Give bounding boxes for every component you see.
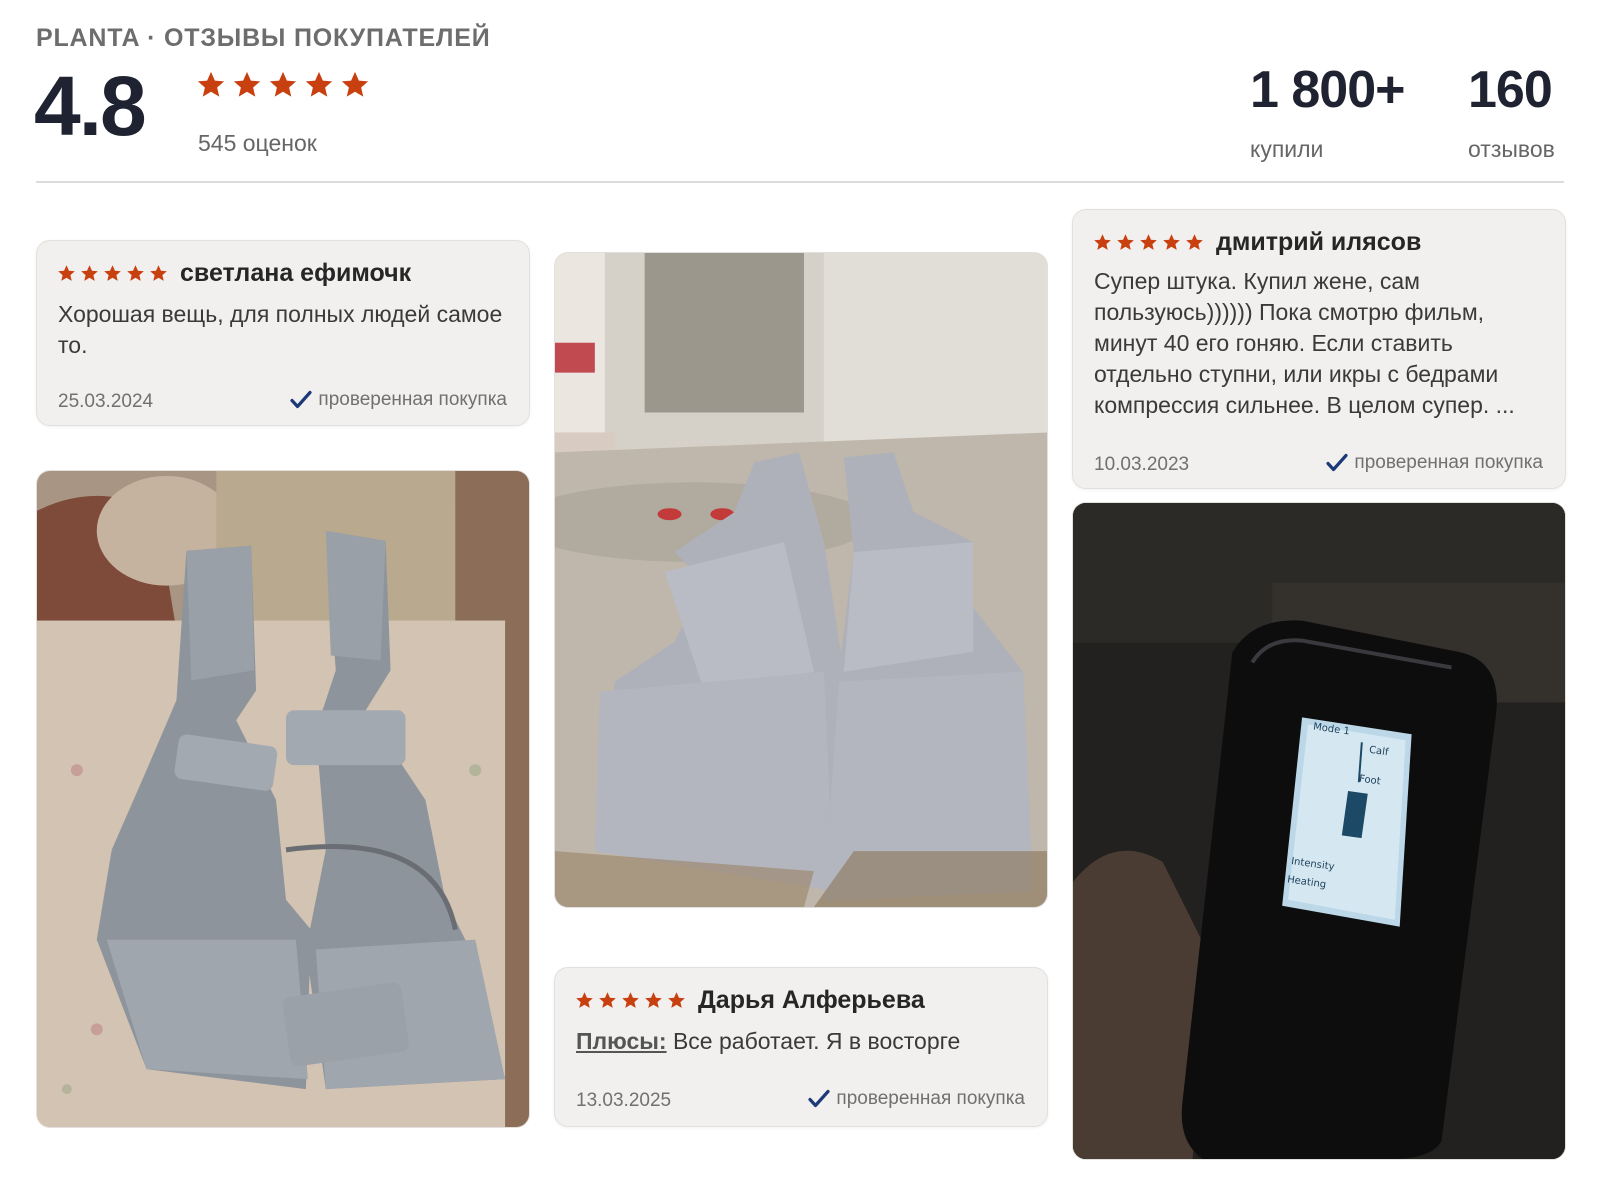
review-stars (1093, 233, 1204, 252)
star-icon (104, 265, 121, 281)
star-icon (622, 992, 639, 1008)
verified-purchase: проверенная покупка (1326, 452, 1543, 474)
review-author: светлана ефимочк (180, 259, 412, 287)
star-icon (1094, 234, 1111, 250)
star-icon (197, 71, 225, 97)
star-icon (668, 992, 685, 1008)
star-icon (645, 992, 662, 1008)
photo-legs-image (555, 253, 1047, 907)
pros-label: Плюсы: (576, 1028, 667, 1054)
photo-leg-cuffs-image (37, 471, 529, 1127)
verified-purchase: проверенная покупка (808, 1088, 1025, 1110)
star-icon (233, 71, 261, 97)
page-title: PLANTA · ОТЗЫВЫ ПОКУПАТЕЛЕЙ (36, 24, 491, 52)
device-heating-label: Heating (1286, 874, 1327, 891)
review-header: Дарья Алферьева (575, 986, 925, 1015)
star-icon (1186, 234, 1203, 250)
review-card[interactable]: дмитрий илясов Супер штука. Купил жене, … (1072, 209, 1566, 489)
review-date: 13.03.2025 (576, 1090, 672, 1111)
star-icon (1140, 234, 1157, 250)
star-icon (599, 992, 616, 1008)
star-icon (341, 71, 369, 97)
star-icon (58, 265, 75, 281)
stat-reviews: 160 отзывов (1468, 64, 1555, 163)
check-icon (808, 1089, 831, 1108)
star-icon (1163, 234, 1180, 250)
pros-text: Все работает. Я в восторге (672, 1028, 961, 1054)
review-photo-legs-wearing-cuffs[interactable] (554, 252, 1048, 908)
check-icon (1326, 453, 1349, 472)
verified-label: проверенная покупка (318, 389, 507, 410)
verified-label: проверенная покупка (1354, 452, 1543, 473)
stat-reviews-label: отзывов (1468, 136, 1555, 162)
check-icon (290, 390, 313, 409)
star-icon (150, 265, 167, 281)
star-icon (576, 992, 593, 1008)
review-card[interactable]: Дарья Алферьева Плюсы: Все работает. Я в… (554, 967, 1048, 1127)
device-calf-label: Calf (1368, 744, 1390, 759)
review-stars (57, 264, 168, 283)
rating-count: 545 оценок (198, 130, 317, 156)
review-text: Хорошая вещь, для полных людей самое то. (58, 301, 503, 358)
review-photo-remote-control[interactable]: Mode 1 Calf Foot Intensity Heating (1072, 502, 1566, 1160)
rating-stars (196, 70, 370, 100)
review-photo-leg-cuffs-on-sofa[interactable] (36, 470, 530, 1128)
device-screen-text: Mode 1 Calf Foot Intensity Heating (1073, 503, 1565, 1159)
review-text: Плюсы: Все работает. Я в восторге (576, 1026, 1029, 1057)
header-divider (36, 181, 1564, 183)
average-rating: 4.8 (34, 59, 147, 153)
device-foot-label: Foot (1358, 773, 1382, 788)
device-mode-label: Mode 1 (1312, 721, 1351, 738)
stat-bought: 1 800+ купили (1250, 64, 1405, 163)
review-card[interactable]: светлана ефимочк Хорошая вещь, для полны… (36, 240, 530, 426)
review-header: светлана ефимочк (57, 259, 411, 288)
review-date: 25.03.2024 (58, 391, 154, 412)
star-icon (305, 71, 333, 97)
stat-bought-value: 1 800+ (1250, 61, 1405, 119)
verified-purchase: проверенная покупка (290, 389, 507, 411)
review-author: Дарья Алферьева (698, 986, 925, 1014)
star-icon (1117, 234, 1134, 250)
review-text: Супер штука. Купил жене, сам пользуюсь))… (1094, 268, 1515, 418)
device-intensity-label: Intensity (1290, 856, 1336, 873)
star-icon (81, 265, 98, 281)
verified-label: проверенная покупка (836, 1088, 1025, 1109)
review-author: дмитрий илясов (1216, 228, 1422, 256)
stat-bought-label: купили (1250, 136, 1324, 162)
review-header: дмитрий илясов (1093, 228, 1421, 257)
star-icon (269, 71, 297, 97)
stat-reviews-value: 160 (1468, 61, 1553, 119)
star-icon (127, 265, 144, 281)
review-stars (575, 991, 686, 1010)
review-date: 10.03.2023 (1094, 454, 1190, 475)
